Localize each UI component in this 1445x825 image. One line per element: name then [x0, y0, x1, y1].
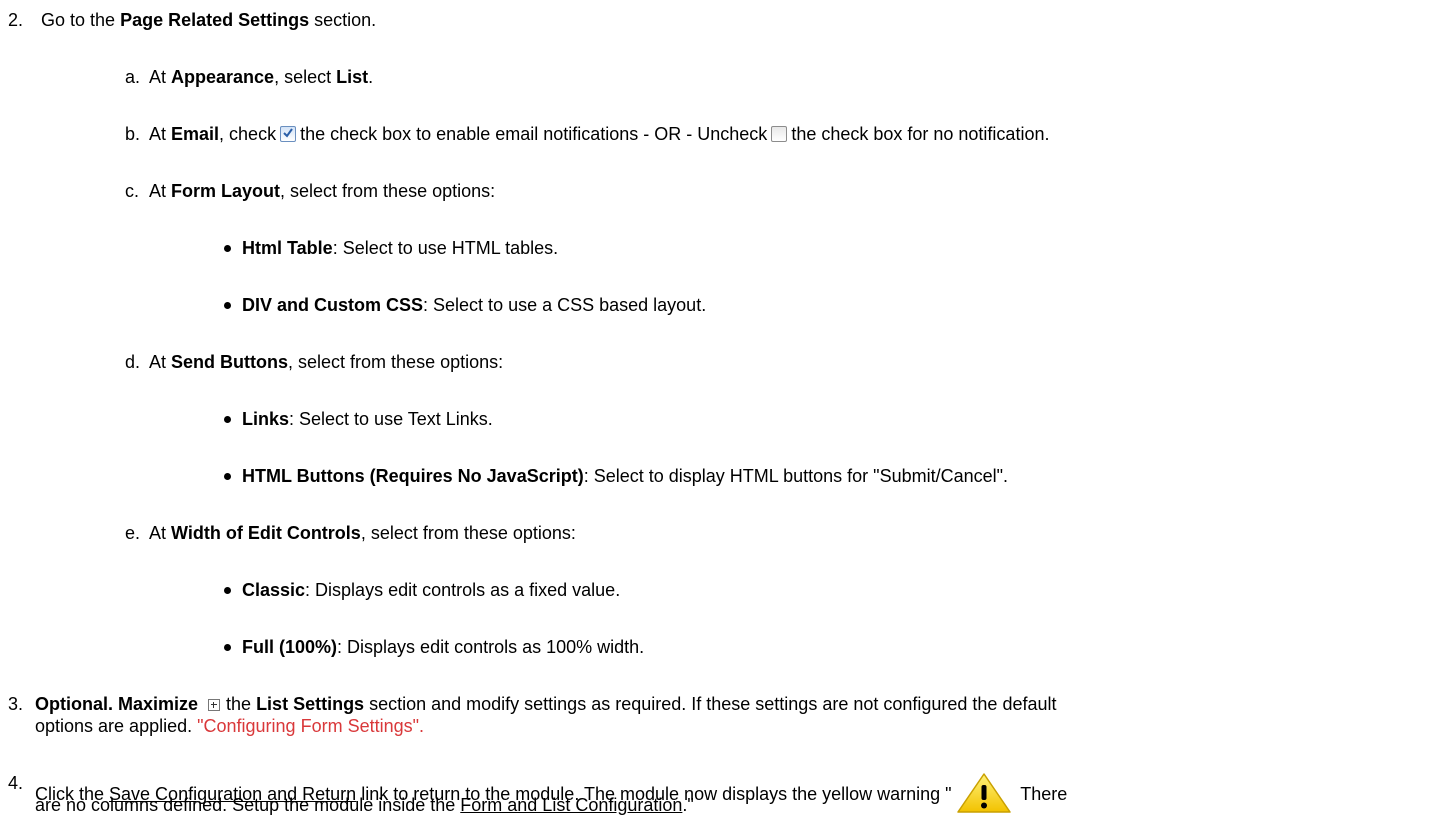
- bullet-icon: [224, 302, 231, 309]
- bullet-icon: [224, 587, 231, 594]
- step-3-text-line1: Optional. Maximize the List Settings sect…: [35, 694, 1057, 714]
- bullet-icon: [224, 245, 231, 252]
- substep-c-text: At Form Layout, select from these option…: [149, 181, 496, 201]
- step-4-text-line2: are no columns defined. Setup the module…: [35, 795, 694, 815]
- send-buttons-label: Send Buttons: [171, 352, 289, 372]
- step-3-number: 3.: [8, 694, 24, 714]
- checked-checkbox-icon: [280, 126, 297, 142]
- substep-e-text: At Width of Edit Controls, select from t…: [149, 523, 576, 543]
- email-label: Email: [171, 124, 220, 144]
- optional-maximize-label: Optional. Maximize: [35, 694, 199, 714]
- option-html-table: Html Table: Select to use HTML tables.: [242, 238, 559, 258]
- warning-icon: [956, 773, 1011, 813]
- substep-d-letter: d.: [125, 352, 141, 372]
- step-4-number: 4.: [8, 773, 24, 793]
- substep-c-letter: c.: [125, 181, 140, 201]
- configuring-form-settings-link[interactable]: "Configuring Form Settings".: [197, 716, 424, 736]
- substep-e-letter: e.: [125, 523, 141, 543]
- unchecked-checkbox-icon: [771, 126, 788, 142]
- option-full: Full (100%): Displays edit controls as 1…: [242, 637, 645, 657]
- page-related-settings-label: Page Related Settings: [120, 10, 310, 30]
- bullet-icon: [224, 416, 231, 423]
- option-classic: Classic: Displays edit controls as a fix…: [242, 580, 621, 600]
- substep-b-text: At Email, check the check box to enable e…: [149, 124, 1050, 144]
- bullet-icon: [224, 644, 231, 651]
- width-of-edit-controls-label: Width of Edit Controls: [171, 523, 361, 543]
- option-html-buttons: HTML Buttons (Requires No JavaScript): S…: [242, 466, 1009, 486]
- list-label: List: [336, 67, 369, 87]
- appearance-label: Appearance: [171, 67, 275, 87]
- form-and-list-configuration-link[interactable]: Form and List Configuration: [460, 795, 682, 815]
- substep-b-letter: b.: [125, 124, 141, 144]
- option-links: Links: Select to use Text Links.: [242, 409, 493, 429]
- option-div-custom-css: DIV and Custom CSS: Select to use a CSS …: [242, 295, 707, 315]
- form-layout-label: Form Layout: [171, 181, 281, 201]
- list-settings-label: List Settings: [256, 694, 365, 714]
- step-2-text: Go to the Page Related Settings section.: [41, 10, 377, 30]
- step-2-number: 2.: [8, 10, 24, 30]
- substep-d-text: At Send Buttons, select from these optio…: [149, 352, 504, 372]
- substep-a-text: At Appearance, select List.: [149, 67, 374, 87]
- bullet-icon: [224, 473, 231, 480]
- step-3-text-line2: options are applied. "Configuring Form S…: [35, 716, 424, 736]
- maximize-icon: [208, 699, 221, 711]
- substep-a-letter: a.: [125, 67, 141, 87]
